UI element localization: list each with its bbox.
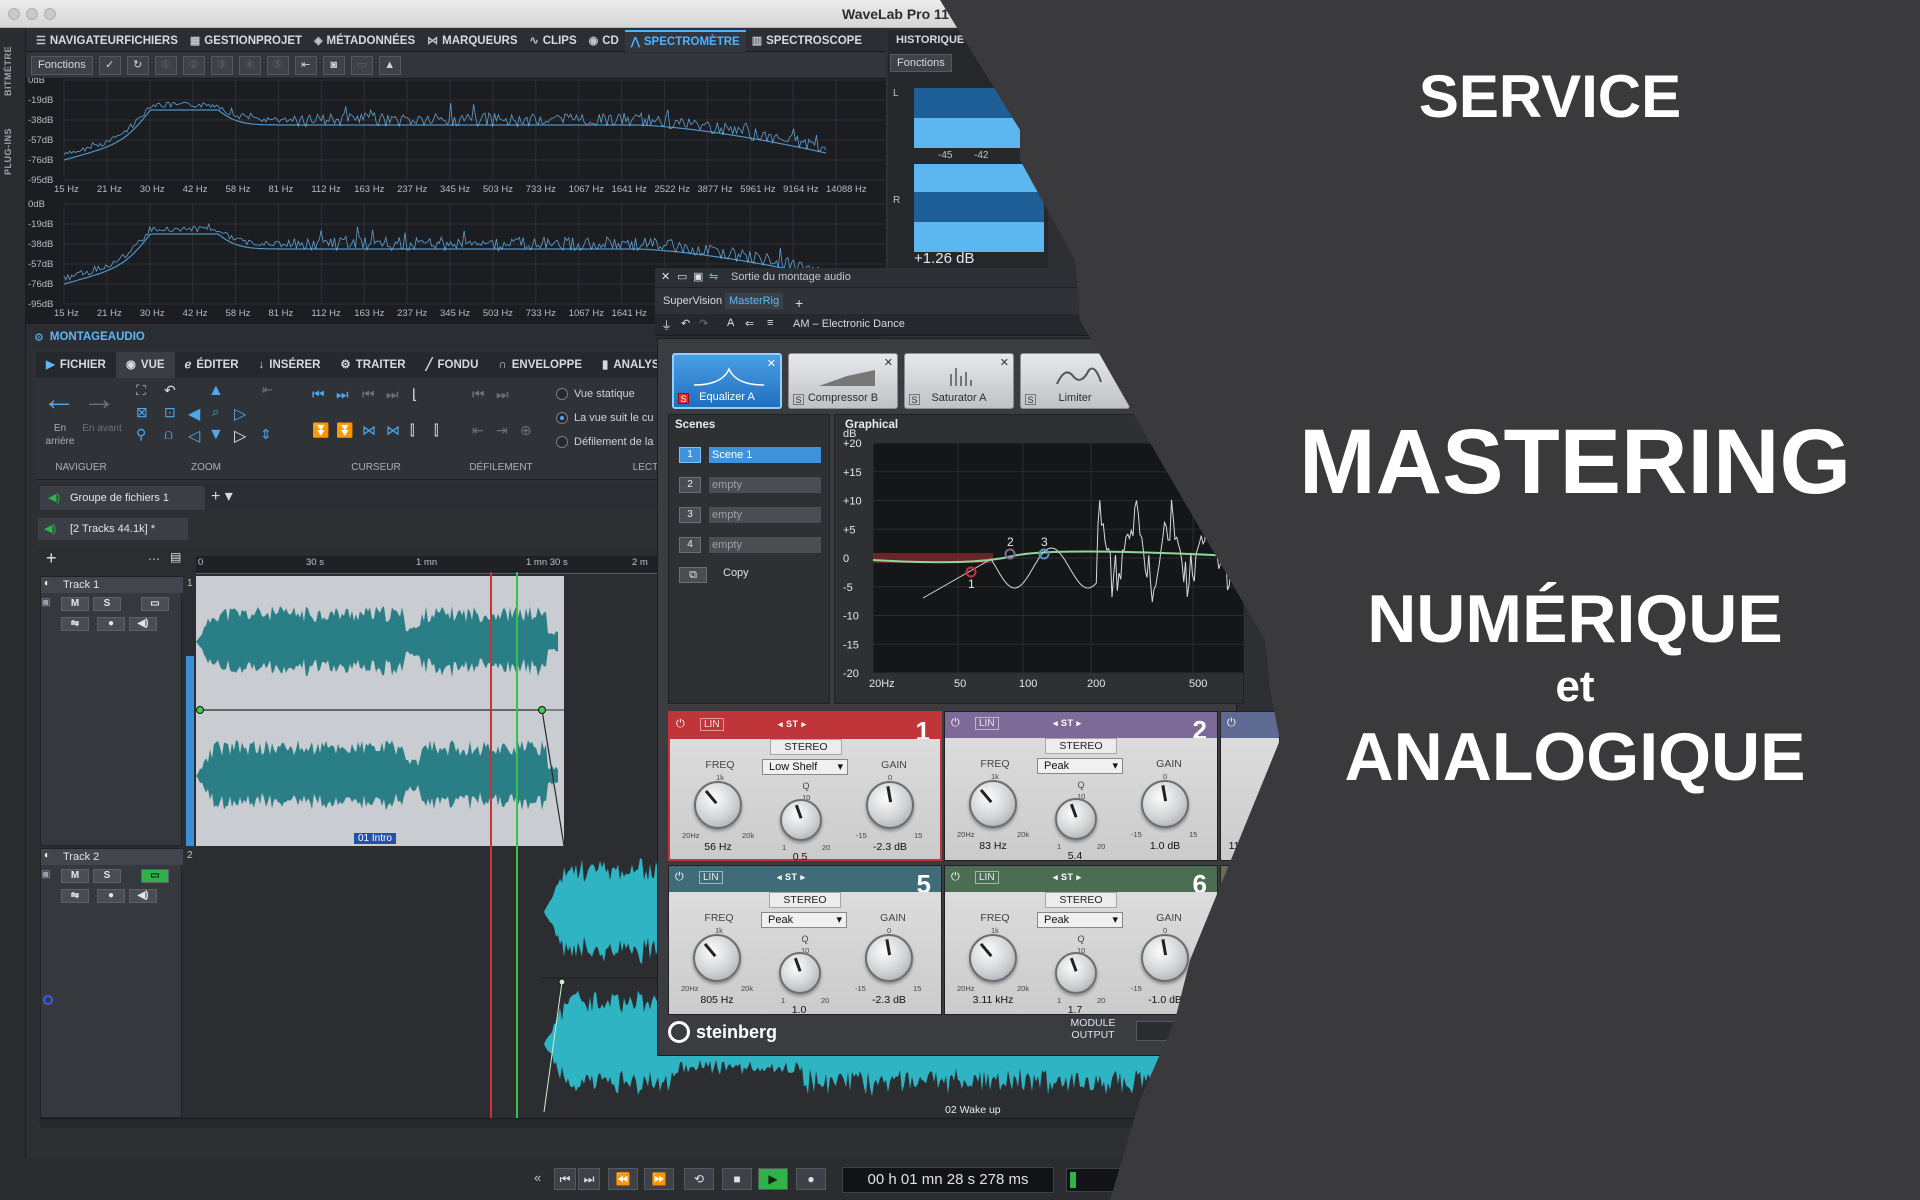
promo-title-numerique: NUMÉRIQUE [1367,581,1783,657]
promo-title-analogique: ANALOGIQUE [1344,719,1806,795]
promo-title-service: SERVICE [1418,63,1682,130]
promo-title-et: et [1555,662,1595,711]
promo-title-mastering: MASTERING [1299,411,1851,513]
screen: WaveLab Pro 11 BITMÈTRE PLUG-INS ☰ NAVIGA… [0,0,1920,1200]
